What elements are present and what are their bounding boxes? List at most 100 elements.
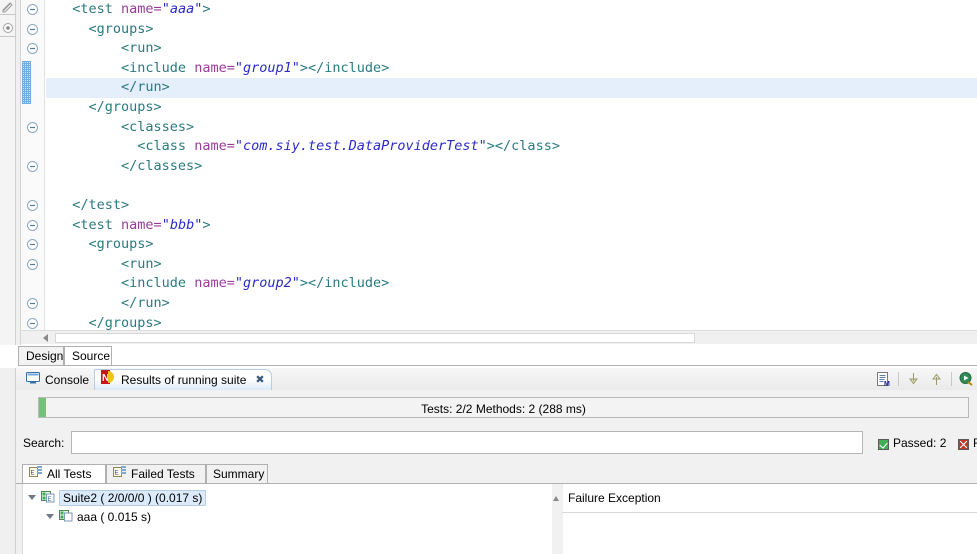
code-content[interactable]: <test name="aaa"> <groups> <run> <includ… [46, 0, 977, 330]
close-icon[interactable]: ✖ [255, 370, 264, 390]
view-toolbar[interactable]: M [875, 369, 975, 389]
failed-filter-label: Fa [973, 436, 977, 450]
expand-twisty-icon[interactable] [46, 514, 54, 519]
svg-text:E: E [31, 471, 35, 477]
code-line[interactable]: <groups> [46, 20, 977, 40]
failure-exception-title: Failure Exception [568, 491, 661, 505]
failure-panel-divider [562, 512, 977, 513]
code-token-tag: <include [121, 275, 195, 292]
code-token-tag: </groups> [88, 314, 162, 331]
previous-failure-icon[interactable] [928, 371, 945, 388]
failed-checkbox-icon[interactable] [958, 438, 969, 450]
tab-design[interactable]: Design [18, 346, 64, 365]
code-line[interactable] [46, 176, 977, 196]
expand-twisty-icon[interactable] [28, 495, 36, 500]
tree-vertical-scrollbar[interactable] [16, 484, 23, 554]
editor-horizontal-scrollbar[interactable] [21, 330, 977, 344]
tree-row-test[interactable]: aaa ( 0.015 s) [46, 508, 151, 525]
test-progress-bar: Tests: 2/2 Methods: 2 (288 ms) [38, 397, 969, 418]
code-line[interactable]: <run> [46, 39, 977, 59]
code-token-tag: </groups> [88, 98, 162, 115]
test-results-tree[interactable]: E Suite2 ( 2/0/0/0 ) (0.017 s) aaa ( 0.0… [16, 484, 552, 554]
tree-row-test-label[interactable]: aaa ( 0.015 s) [77, 510, 151, 524]
code-line[interactable]: <class name="com.siy.test.DataProviderTe… [46, 137, 977, 157]
failed-filter[interactable]: Fa [958, 436, 977, 450]
scrollbar-thumb[interactable] [55, 333, 695, 343]
code-token-tag: <run> [121, 255, 162, 272]
search-input[interactable] [71, 431, 863, 454]
tab-all-tests-label: All Tests [47, 467, 92, 481]
tab-all-tests[interactable]: E All Tests [22, 464, 106, 484]
editor-folding-gutter[interactable] [21, 0, 45, 330]
svg-text:E: E [115, 471, 119, 477]
code-token-tag: </test> [72, 196, 130, 213]
editor-page-tabs[interactable]: Design Source [18, 346, 977, 366]
scroll-left-arrow-icon[interactable] [43, 334, 48, 342]
tab-failed-tests[interactable]: E Failed Tests [106, 464, 206, 484]
open-report-icon[interactable]: M [875, 371, 892, 388]
fold-collapse-icon[interactable] [26, 42, 39, 55]
code-line[interactable]: <test name="aaa"> [46, 0, 977, 20]
panel-splitter[interactable] [552, 484, 559, 554]
code-line[interactable]: </classes> [46, 157, 977, 177]
code-line[interactable]: <test name="bbb"> [46, 216, 977, 236]
fold-collapse-icon[interactable] [26, 317, 39, 330]
code-line[interactable]: </groups> [46, 314, 977, 331]
toolbar-separator-2 [951, 372, 952, 386]
code-token-tag: </run> [121, 79, 170, 96]
tab-summary[interactable]: Summary [206, 464, 268, 484]
code-token-tag: > [202, 216, 211, 233]
result-tabs[interactable]: E All Tests E Failed Tests Summary [16, 464, 977, 484]
testng-icon: N [101, 370, 116, 390]
code-line[interactable]: </run> [46, 78, 977, 98]
fold-collapse-icon[interactable] [26, 258, 39, 271]
code-line[interactable]: </run> [46, 294, 977, 314]
editor-change-bar [22, 60, 31, 104]
fold-collapse-icon[interactable] [26, 238, 39, 251]
code-token-tag: ></class> [486, 138, 560, 155]
tab-source-label: Source [72, 349, 111, 363]
bottom-view-stack: Console N Results of running suite ✖ M T… [0, 368, 977, 554]
code-token-attr: name= [194, 138, 235, 155]
fold-collapse-icon[interactable] [26, 121, 39, 134]
code-line[interactable]: <include name="group2"></include> [46, 274, 977, 294]
tab-source[interactable]: Source [64, 346, 112, 365]
code-token-tag: <classes> [121, 118, 195, 135]
code-line[interactable]: <include name="group1"></include> [46, 59, 977, 79]
code-token-tag: <test [72, 1, 122, 17]
code-line[interactable]: </test> [46, 196, 977, 216]
fold-collapse-icon[interactable] [26, 199, 39, 212]
search-row: Search: Passed: 2 Fa [16, 426, 977, 464]
search-label: Search: [23, 436, 65, 450]
tree-row-suite[interactable]: E Suite2 ( 2/0/0/0 ) (0.017 s) [28, 489, 207, 506]
tab-console[interactable]: Console [20, 369, 95, 390]
code-token-attr: name= [121, 1, 162, 17]
fold-collapse-icon[interactable] [26, 297, 39, 310]
code-line[interactable]: <groups> [46, 235, 977, 255]
fold-collapse-icon[interactable] [26, 160, 39, 173]
code-token-tag: <run> [121, 40, 162, 57]
xml-editor[interactable]: <test name="aaa"> <groups> <run> <includ… [0, 0, 977, 345]
next-failure-icon[interactable] [905, 371, 922, 388]
tab-results-of-running-suite[interactable]: N Results of running suite ✖ [94, 369, 272, 390]
passed-filter[interactable]: Passed: 2 [878, 436, 946, 450]
tree-row-suite-label[interactable]: Suite2 ( 2/0/0/0 ) (0.017 s) [59, 489, 207, 506]
code-line[interactable]: <run> [46, 255, 977, 275]
overview-marker-icon [2, 22, 14, 34]
editor-tabs-underline [18, 365, 977, 366]
toolbar-separator [898, 372, 899, 386]
fold-collapse-icon[interactable] [26, 23, 39, 36]
failure-exception-panel: Failure Exception [559, 484, 977, 554]
passed-checkbox-icon[interactable] [878, 438, 889, 450]
tab-failed-tests-label: Failed Tests [131, 467, 195, 481]
passed-filter-label: Passed: 2 [893, 436, 947, 450]
code-line[interactable]: <classes> [46, 118, 977, 138]
rerun-icon[interactable] [958, 371, 975, 388]
fold-collapse-icon[interactable] [26, 3, 39, 16]
code-line[interactable]: </groups> [46, 98, 977, 118]
editor-marker-bar[interactable] [0, 0, 16, 345]
code-token-tag: <test [72, 216, 122, 233]
tab-results-label: Results of running suite [121, 373, 247, 387]
fold-collapse-icon[interactable] [26, 219, 39, 232]
view-tabbar[interactable]: Console N Results of running suite ✖ M [16, 368, 977, 391]
